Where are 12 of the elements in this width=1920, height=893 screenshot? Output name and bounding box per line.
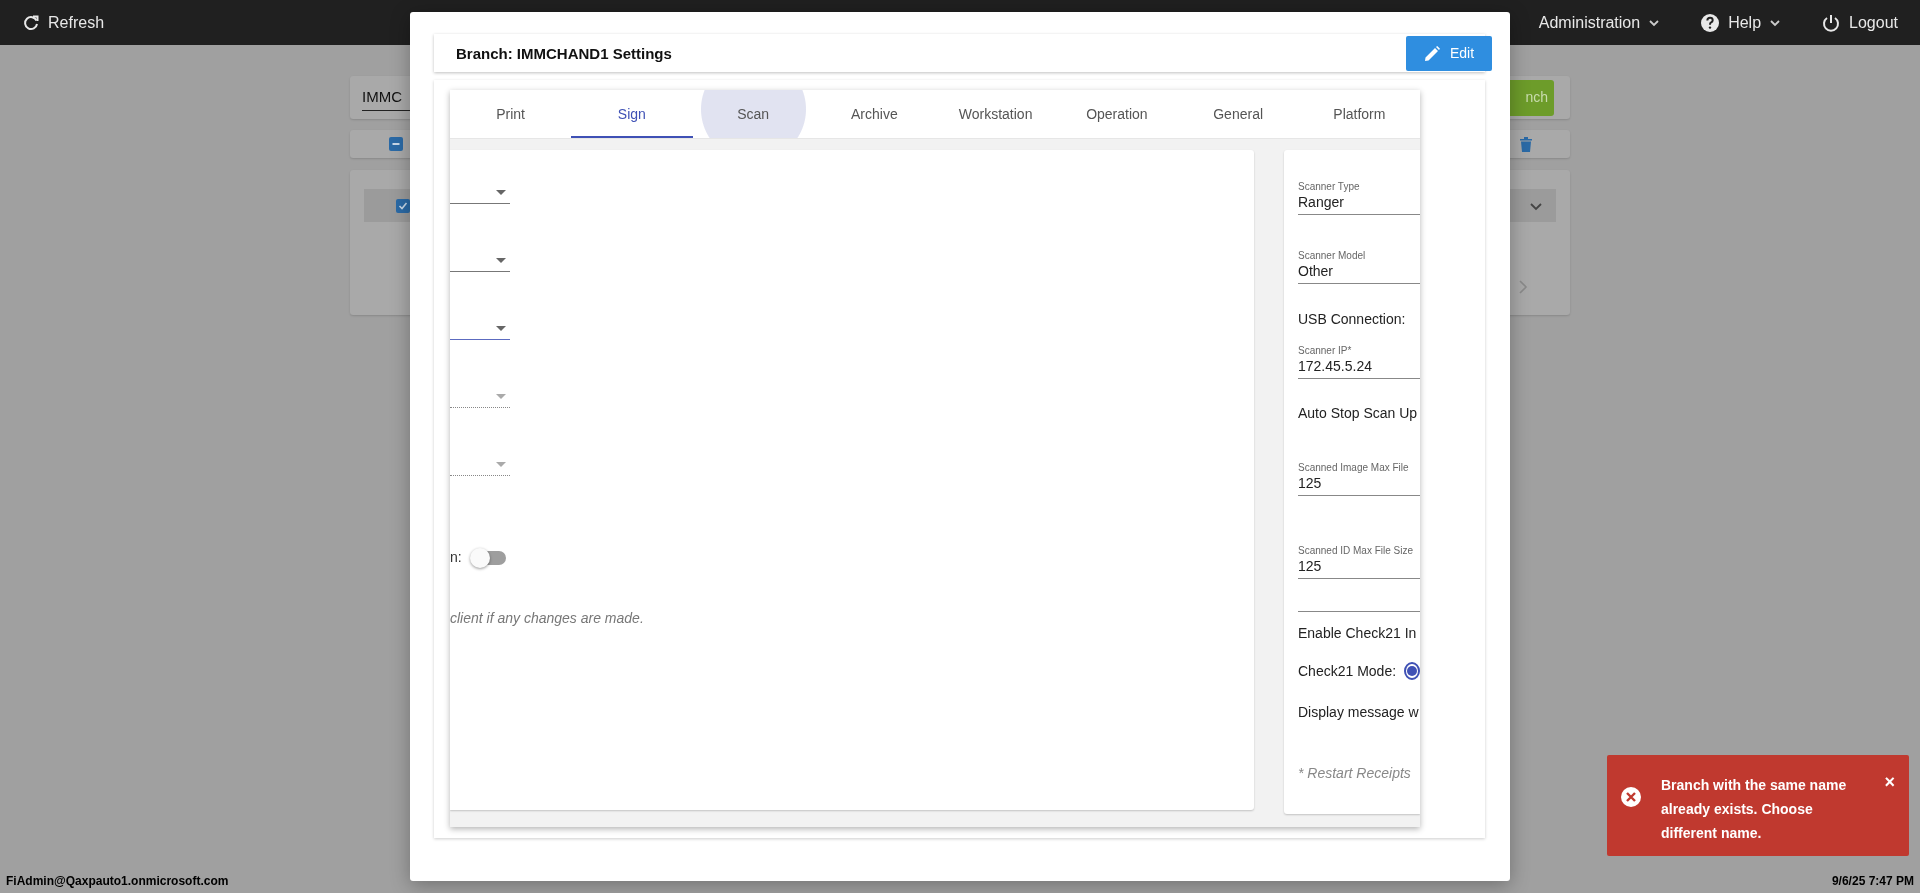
- dialog-title: Branch: IMMCHAND1 Settings: [455, 44, 672, 64]
- toast-message: Branch with the same name already exists. Choose different name.: [1661, 776, 1848, 843]
- field-label: USB Connection:: [1298, 310, 1407, 328]
- note-text: * Restart Receipts: [1298, 764, 1412, 782]
- user-label: FiAdmin@Qaxpauto1.onmicrosoft.com: [6, 872, 229, 890]
- field-label: Auto Stop Scan Up: [1298, 404, 1419, 422]
- toggle-label: n:: [450, 548, 462, 567]
- field-label: Display message w: [1298, 703, 1420, 721]
- field-label: Enable Check21 In: [1298, 624, 1418, 642]
- field-label: Check21 Mode:: [1298, 662, 1397, 680]
- note-text: client if any changes are made.: [450, 609, 645, 628]
- datetime-label: 9/6/25 7:47 PM: [1831, 872, 1914, 890]
